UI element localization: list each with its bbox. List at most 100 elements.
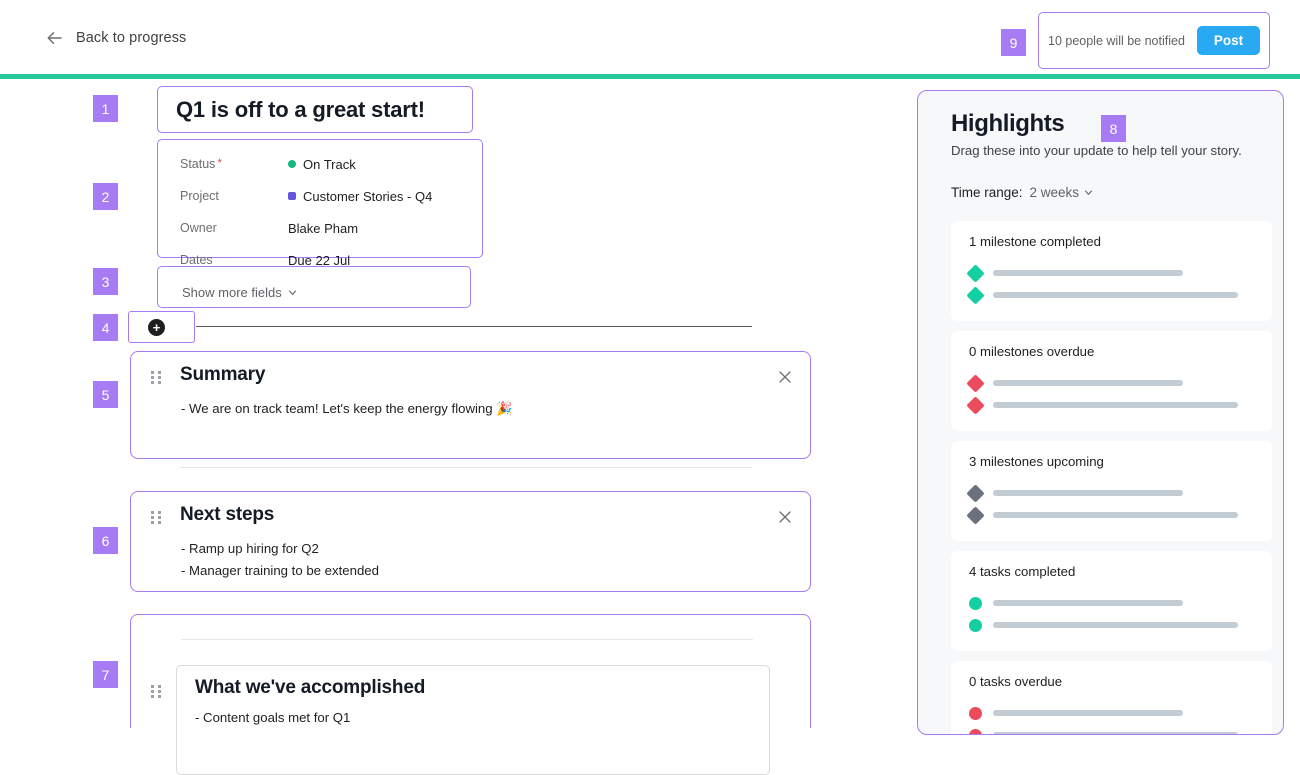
annotation-badge-9: 9	[1001, 29, 1026, 56]
field-label-project: Project	[180, 189, 288, 203]
chevron-down-icon	[288, 288, 297, 297]
back-to-progress-link[interactable]: Back to progress	[46, 29, 186, 47]
annotation-badge-5: 5	[93, 381, 118, 408]
highlight-item-row	[969, 702, 1272, 724]
chevron-down-icon	[1084, 188, 1093, 197]
annotation-badge-7: 7	[93, 661, 118, 688]
placeholder-bar	[993, 402, 1238, 408]
highlight-card-title: 4 tasks completed	[969, 564, 1272, 579]
section-body-summary[interactable]: - We are on track team! Let's keep the e…	[131, 352, 810, 420]
highlight-card-title: 0 tasks overdue	[969, 674, 1272, 689]
placeholder-bar	[993, 490, 1183, 496]
body-line: - Ramp up hiring for Q2	[181, 538, 810, 560]
placeholder-bar	[993, 270, 1183, 276]
milestone-diamond-icon	[966, 286, 984, 304]
body-line: - We are on track team! Let's keep the e…	[181, 398, 810, 420]
project-dot-icon	[288, 192, 296, 200]
status-color-rule	[0, 74, 1300, 79]
highlight-card-title: 3 milestones upcoming	[969, 454, 1272, 469]
close-icon[interactable]	[777, 369, 793, 385]
top-bar: Back to progress 9 10 people will be not…	[0, 0, 1300, 75]
milestone-diamond-icon	[966, 264, 984, 282]
task-circle-icon	[969, 707, 982, 720]
add-block-control[interactable]: +	[128, 311, 195, 343]
time-range-control[interactable]: Time range: 2 weeks	[951, 185, 1093, 200]
body-line: - Content goals met for Q1	[195, 710, 769, 725]
field-row-project[interactable]: Project Customer Stories - Q4	[180, 180, 482, 212]
highlight-card[interactable]: 1 milestone completed	[951, 221, 1272, 321]
placeholder-bar	[993, 600, 1183, 606]
field-label-dates: Dates	[180, 253, 288, 267]
annotation-badge-4: 4	[93, 314, 118, 341]
highlight-card[interactable]: 3 milestones upcoming	[951, 441, 1272, 541]
update-title-field[interactable]: Q1 is off to a great start!	[157, 86, 473, 133]
highlight-item-row	[969, 592, 1272, 614]
highlights-panel: Highlights 8 Drag these into your update…	[917, 90, 1284, 735]
time-range-value[interactable]: 2 weeks	[1030, 185, 1094, 200]
status-dot-icon	[288, 160, 296, 168]
milestone-diamond-icon	[966, 374, 984, 392]
section-title-accomplished: What we've accomplished	[195, 677, 769, 699]
section-title-summary: Summary	[180, 364, 265, 386]
highlight-item-row	[969, 724, 1272, 735]
field-label-status: Status*	[180, 157, 288, 171]
section-inner-divider	[181, 639, 753, 640]
placeholder-bar	[993, 710, 1183, 716]
drag-handle-icon[interactable]	[151, 511, 161, 525]
post-action-group: 10 people will be notified Post	[1038, 12, 1270, 69]
drag-handle-icon[interactable]	[151, 371, 161, 385]
highlight-card-title: 0 milestones overdue	[969, 344, 1272, 359]
annotation-badge-8: 8	[1101, 115, 1126, 142]
field-value-project: Customer Stories - Q4	[288, 189, 432, 204]
highlight-item-row	[969, 394, 1272, 416]
section-divider	[180, 467, 752, 468]
section-title-next-steps: Next steps	[180, 504, 274, 526]
section-card-summary[interactable]: Summary - We are on track team! Let's ke…	[130, 351, 811, 459]
show-more-fields-button[interactable]: Show more fields	[157, 266, 471, 308]
field-value-status: On Track	[288, 157, 356, 172]
annotation-badge-2: 2	[93, 183, 118, 210]
field-value-owner: Blake Pham	[288, 221, 358, 236]
drag-handle-icon[interactable]	[151, 685, 161, 699]
field-label-owner: Owner	[180, 221, 288, 235]
back-to-progress-label: Back to progress	[76, 30, 186, 46]
highlight-item-row	[969, 504, 1272, 526]
show-more-fields-label: Show more fields	[182, 285, 297, 300]
update-fields-group: Status* On Track Project Customer Storie…	[157, 139, 483, 258]
field-row-status[interactable]: Status* On Track	[180, 148, 482, 180]
highlights-card-list: 1 milestone completed 0 milestones overdu…	[951, 221, 1272, 735]
section-card-next-steps[interactable]: Next steps - Ramp up hiring for Q2 - Man…	[130, 491, 811, 592]
highlight-item-row	[969, 262, 1272, 284]
highlight-card[interactable]: 4 tasks completed	[951, 551, 1272, 651]
highlight-card-title: 1 milestone completed	[969, 234, 1272, 249]
nested-section-editor[interactable]: What we've accomplished - Content goals …	[176, 665, 770, 775]
highlight-card[interactable]: 0 milestones overdue	[951, 331, 1272, 431]
body-line: - Manager training to be extended	[181, 560, 810, 582]
highlight-item-row	[969, 372, 1272, 394]
task-circle-icon	[969, 597, 982, 610]
time-range-label: Time range:	[951, 185, 1023, 200]
milestone-diamond-icon	[966, 396, 984, 414]
notify-count-label: 10 people will be notified	[1048, 34, 1197, 48]
close-icon[interactable]	[777, 509, 793, 525]
annotation-badge-3: 3	[93, 268, 118, 295]
add-block-rule	[196, 326, 752, 327]
required-asterisk: *	[217, 157, 221, 169]
annotation-badge-6: 6	[93, 527, 118, 554]
arrow-left-icon	[46, 29, 64, 47]
field-row-owner[interactable]: Owner Blake Pham	[180, 212, 482, 244]
highlight-item-row	[969, 614, 1272, 636]
task-circle-icon	[969, 729, 982, 736]
placeholder-bar	[993, 622, 1238, 628]
highlight-item-row	[969, 482, 1272, 504]
placeholder-bar	[993, 380, 1183, 386]
task-circle-icon	[969, 619, 982, 632]
plus-circle-icon[interactable]: +	[148, 319, 165, 336]
highlight-card[interactable]: 0 tasks overdue	[951, 661, 1272, 735]
placeholder-bar	[993, 292, 1238, 298]
update-title-text: Q1 is off to a great start!	[176, 97, 425, 123]
post-button[interactable]: Post	[1197, 26, 1260, 55]
section-card-accomplished[interactable]: What we've accomplished - Content goals …	[130, 614, 811, 728]
milestone-diamond-icon	[966, 484, 984, 502]
highlights-title: Highlights	[951, 110, 1064, 138]
